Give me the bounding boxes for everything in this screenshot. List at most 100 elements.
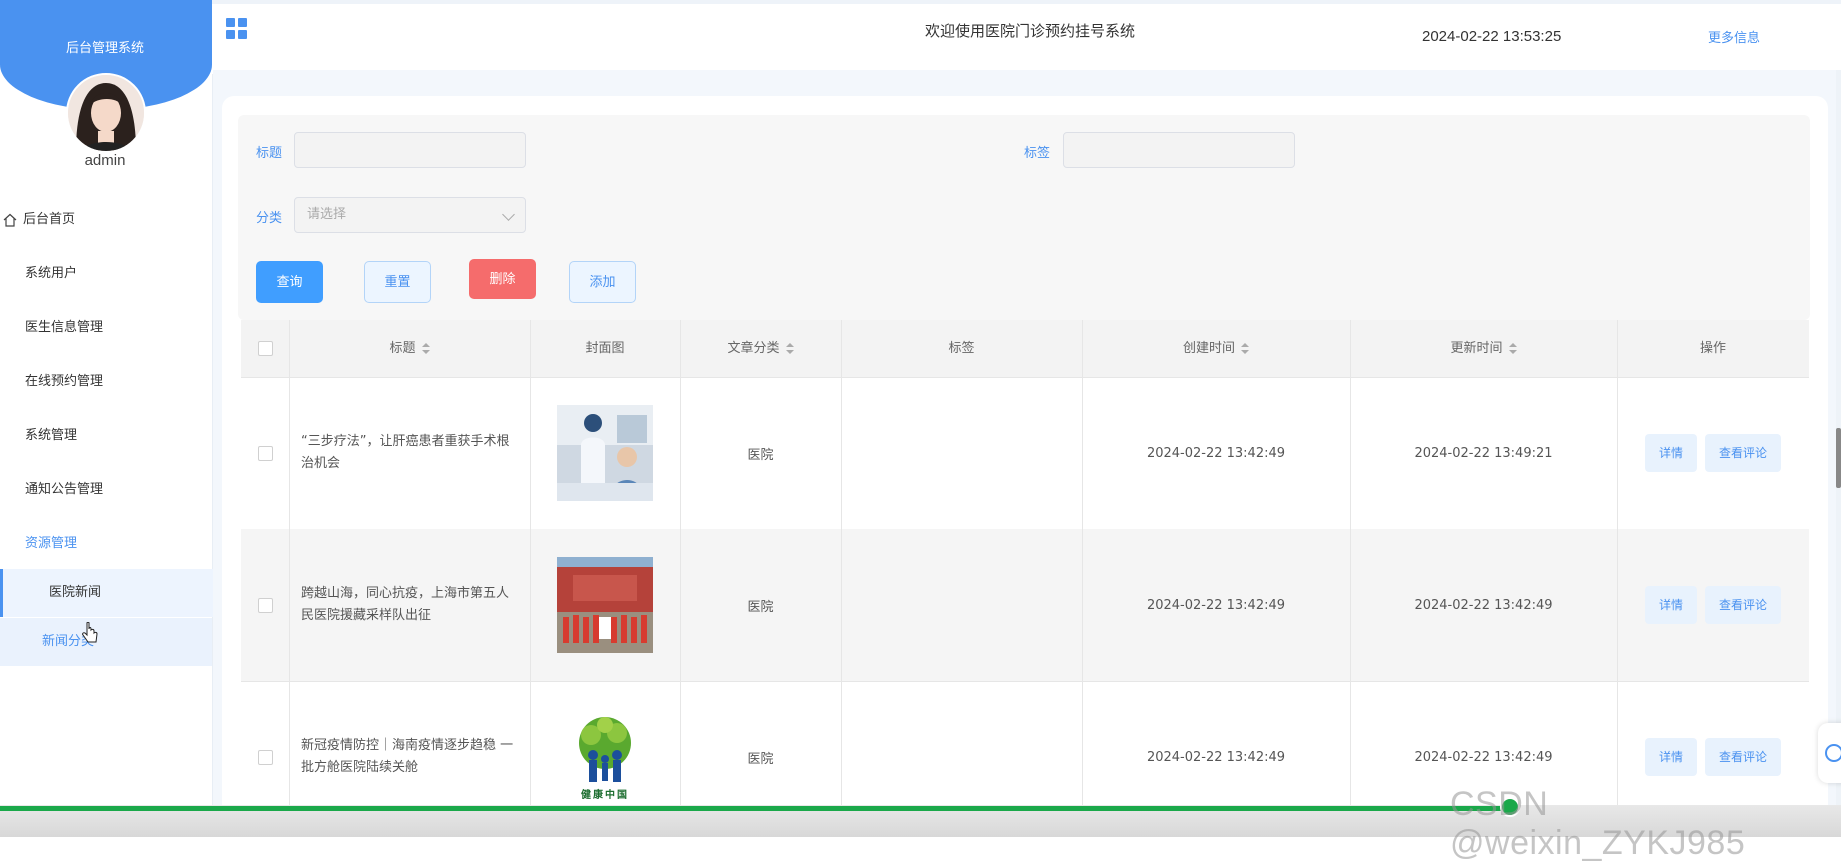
sort-icon[interactable]	[785, 342, 794, 355]
grid-menu-icon[interactable]	[226, 18, 248, 40]
select-all-checkbox-cell	[241, 320, 289, 377]
home-icon	[3, 213, 17, 227]
submenu-item-label: 医院新闻	[49, 585, 102, 600]
watermark: CSDN @weixin_ZYKJ985	[1450, 785, 1746, 862]
row-category: 医院	[747, 599, 774, 615]
title-input[interactable]	[294, 132, 526, 168]
menu-item-label: 系统管理	[25, 428, 78, 443]
row-cover	[530, 529, 680, 681]
category-select[interactable]: 请选择	[294, 197, 526, 233]
table-row: 跨越山海，同心抗疫，上海市第五人民医院援藏采样队出征 医院 2024-02-22…	[241, 529, 1809, 682]
column-header-label: 文章分类	[727, 341, 780, 356]
column-header-label: 标题	[389, 341, 416, 356]
detail-button[interactable]: 详情	[1644, 738, 1697, 776]
menu-item-label: 在线预约管理	[25, 374, 104, 389]
select-all-checkbox[interactable]	[257, 341, 273, 356]
view-comments-button[interactable]: 查看评论	[1705, 434, 1782, 472]
menu-item-label: 后台首页	[23, 212, 76, 227]
view-comments-button[interactable]: 查看评论	[1705, 738, 1782, 776]
column-header-label: 封面图	[585, 341, 625, 356]
menu-item-label: 资源管理	[25, 536, 78, 551]
delete-button[interactable]: 删除	[469, 259, 536, 299]
cover-image	[557, 405, 653, 501]
logo-text: 健康中国	[581, 790, 629, 801]
column-divider	[1617, 320, 1618, 837]
tag-label: 标签	[1024, 146, 1051, 161]
row-checkbox[interactable]	[257, 749, 273, 765]
row-title: “三步疗法”，让肝癌患者重获手术根治机会	[301, 434, 510, 471]
row-actions: 详情 查看评论	[1617, 529, 1809, 681]
chat-icon	[1825, 744, 1841, 762]
column-header-label: 创建时间	[1182, 341, 1235, 356]
detail-button[interactable]: 详情	[1644, 586, 1697, 624]
query-button[interactable]: 查询	[256, 261, 323, 303]
column-divider	[841, 320, 842, 837]
table-header: 标题 封面图 文章分类 标签 创建时间 更新时间 操作	[241, 320, 1809, 378]
row-checkbox-cell	[241, 377, 289, 529]
column-divider	[1350, 320, 1351, 837]
category-label: 分类	[256, 211, 283, 226]
column-header-tag: 标签	[841, 320, 1082, 377]
page-title: 欢迎使用医院门诊预约挂号系统	[924, 22, 1135, 40]
menu-item-system-management[interactable]: 系统管理	[0, 416, 212, 456]
column-header-created[interactable]: 创建时间	[1082, 320, 1350, 377]
submenu-item-hospital-news[interactable]: 医院新闻	[0, 569, 215, 617]
add-button[interactable]: 添加	[569, 261, 636, 303]
menu-item-label: 通知公告管理	[25, 482, 104, 497]
chevron-down-icon	[502, 208, 515, 221]
menu-item-doctor-info[interactable]: 医生信息管理	[0, 308, 212, 348]
column-header-label: 标签	[948, 341, 975, 356]
column-header-cover: 封面图	[530, 320, 680, 377]
sidebar: 后台管理系统 admin 后台首页 系统用户 医生信息管理 在线预约管理 系统管…	[0, 0, 215, 837]
menu-item-appointments[interactable]: 在线预约管理	[0, 362, 212, 402]
column-divider	[289, 320, 290, 837]
row-checkbox-cell	[241, 529, 289, 681]
detail-button[interactable]: 详情	[1644, 434, 1697, 472]
floating-help-widget[interactable]	[1818, 723, 1841, 783]
view-comments-button[interactable]: 查看评论	[1705, 586, 1782, 624]
column-divider	[1082, 320, 1083, 837]
title-label: 标题	[256, 146, 283, 161]
sort-icon[interactable]	[1241, 342, 1249, 355]
health-china-logo: 健康中国	[557, 709, 653, 805]
row-title: 跨越山海，同心抗疫，上海市第五人民医院援藏采样队出征	[301, 586, 510, 623]
cover-image	[557, 557, 653, 653]
row-tag	[841, 377, 1082, 529]
pointer-cursor-icon	[82, 622, 98, 643]
sort-icon[interactable]	[421, 342, 430, 355]
column-header-label: 操作	[1699, 341, 1726, 356]
column-divider	[530, 320, 531, 837]
scrollbar-thumb[interactable]	[1836, 428, 1841, 488]
row-tag	[841, 529, 1082, 681]
row-checkbox[interactable]	[257, 445, 273, 461]
column-header-title[interactable]: 标题	[289, 320, 530, 377]
row-created: 2024-02-22 13:42:49	[1146, 445, 1286, 461]
column-header-updated[interactable]: 更新时间	[1350, 320, 1617, 377]
table-row: “三步疗法”，让肝癌患者重获手术根治机会 医院 2024-02-22 13:42…	[241, 377, 1809, 530]
brand-title: 后台管理系统	[65, 41, 144, 56]
column-divider	[680, 320, 681, 837]
username: admin	[84, 152, 126, 169]
row-checkbox[interactable]	[257, 597, 273, 613]
video-progress-fill	[0, 806, 1510, 811]
menu-item-system-users[interactable]: 系统用户	[0, 254, 212, 294]
row-updated: 2024-02-22 13:49:21	[1414, 445, 1553, 461]
column-header-category[interactable]: 文章分类	[680, 320, 841, 377]
avatar[interactable]	[66, 73, 146, 153]
column-header-label: 更新时间	[1450, 341, 1503, 356]
more-info-link[interactable]: 更多信息	[1708, 27, 1760, 46]
sort-icon[interactable]	[1508, 342, 1517, 355]
menu-item-home[interactable]: 后台首页	[0, 200, 212, 240]
tag-input[interactable]	[1063, 132, 1295, 168]
menu-item-label: 医生信息管理	[25, 320, 104, 335]
menu-item-resources[interactable]: 资源管理	[0, 524, 212, 564]
row-updated: 2024-02-22 13:42:49	[1414, 597, 1553, 613]
column-header-actions: 操作	[1617, 320, 1809, 377]
news-table: 标题 封面图 文章分类 标签 创建时间 更新时间 操作 “三步疗法”，让肝癌患者…	[241, 320, 1809, 837]
row-created: 2024-02-22 13:42:49	[1146, 597, 1286, 613]
row-actions: 详情 查看评论	[1617, 377, 1809, 529]
row-cover	[530, 377, 680, 529]
submenu-item-news-category[interactable]: 新闻分类	[0, 618, 212, 666]
reset-button[interactable]: 重置	[364, 261, 431, 303]
menu-item-notices[interactable]: 通知公告管理	[0, 470, 212, 510]
